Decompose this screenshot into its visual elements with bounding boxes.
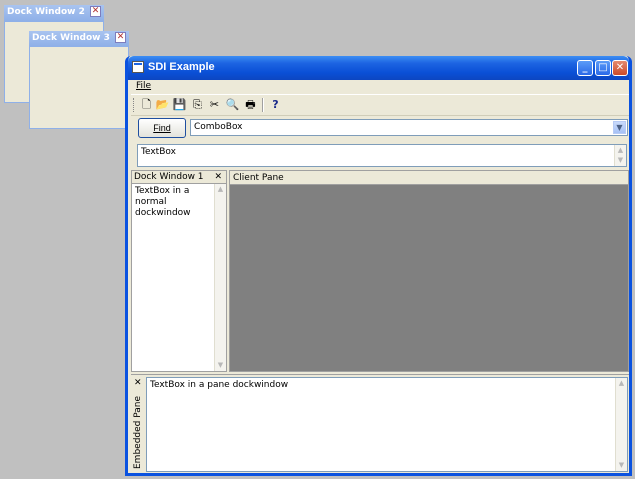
toolbar-separator (262, 98, 264, 112)
dock-window-2-titlebar[interactable]: Dock Window 2 ✕ (4, 5, 104, 21)
client-pane-body[interactable] (230, 185, 628, 371)
menu-bar: File (131, 80, 629, 94)
client-pane-header: Client Pane (230, 171, 628, 185)
copy-icon[interactable]: ⎘ (190, 97, 205, 112)
dock-window-1: Dock Window 1 ✕ TextBox in a normal dock… (131, 170, 227, 372)
dock-window-3-title: Dock Window 3 (32, 33, 110, 43)
client-pane: Client Pane (229, 170, 629, 372)
client-pane-title: Client Pane (233, 173, 284, 183)
new-file-icon[interactable]: 🗋 (139, 97, 154, 112)
app-icon (132, 61, 144, 73)
close-icon[interactable]: ✕ (115, 32, 126, 43)
window-title: SDI Example (148, 61, 215, 73)
embedded-pane-text: TextBox in a pane dockwindow (150, 380, 289, 390)
scroll-up-icon[interactable]: ▲ (215, 184, 226, 195)
open-folder-icon[interactable]: 📂 (155, 97, 170, 112)
scroll-down-icon[interactable]: ▼ (616, 460, 627, 471)
chevron-down-icon[interactable]: ▼ (613, 121, 626, 134)
dock-window-3[interactable]: Dock Window 3 ✕ (29, 31, 129, 129)
textbox-top-value: TextBox (141, 147, 176, 157)
embedded-pane-label: Embedded Pane (133, 395, 143, 469)
minimize-button[interactable]: _ (577, 60, 593, 76)
close-icon[interactable]: ✕ (134, 378, 142, 388)
scroll-up-icon[interactable]: ▲ (616, 378, 627, 389)
print-icon[interactable]: 🖶 (243, 97, 258, 112)
embedded-pane: ✕ Embedded Pane TextBox in a pane dockwi… (131, 374, 629, 473)
toolbar-grip[interactable] (133, 98, 136, 112)
scrollbar[interactable]: ▲ ▼ (614, 145, 626, 166)
dock-window-2-title: Dock Window 2 (7, 7, 85, 17)
save-icon[interactable]: 💾 (172, 97, 187, 112)
textbox-top[interactable]: TextBox ▲ ▼ (137, 144, 627, 167)
scroll-down-icon[interactable]: ▼ (215, 360, 226, 371)
dock-window-1-text: TextBox in a normal dockwindow (135, 186, 191, 218)
main-window: SDI Example _ □ ✕ File 🗋 📂 💾 ⎘ ✂ 🔍 🖶 ? F… (125, 56, 632, 476)
maximize-button[interactable]: □ (595, 60, 611, 76)
dock-window-1-textbox[interactable]: TextBox in a normal dockwindow ▲ ▼ (132, 184, 226, 371)
close-icon[interactable]: ✕ (214, 171, 222, 183)
main-titlebar[interactable]: SDI Example _ □ ✕ (128, 56, 629, 80)
dock-window-1-header[interactable]: Dock Window 1 ✕ (132, 171, 226, 184)
cut-icon[interactable]: ✂ (207, 97, 222, 112)
close-button[interactable]: ✕ (612, 60, 628, 76)
scrollbar[interactable]: ▲ ▼ (214, 184, 226, 371)
scroll-down-icon[interactable]: ▼ (615, 155, 626, 166)
menu-file[interactable]: File (136, 81, 151, 91)
combobox[interactable]: ComboBox ▼ (190, 119, 628, 136)
embedded-pane-textbox[interactable]: TextBox in a pane dockwindow ▲ ▼ (146, 377, 628, 472)
dock-window-1-title: Dock Window 1 (134, 172, 204, 182)
dock-window-3-body (29, 46, 129, 129)
find-button-label: Find (153, 123, 171, 133)
combobox-value: ComboBox (194, 122, 243, 132)
print-preview-icon[interactable]: 🔍 (225, 97, 240, 112)
find-bar: Find ComboBox ▼ (131, 116, 629, 140)
dock-window-3-titlebar[interactable]: Dock Window 3 ✕ (29, 31, 129, 46)
help-icon[interactable]: ? (268, 97, 283, 112)
close-icon[interactable]: ✕ (90, 6, 101, 17)
find-button[interactable]: Find (138, 118, 186, 138)
toolbar: 🗋 📂 💾 ⎘ ✂ 🔍 🖶 ? (131, 94, 629, 116)
scrollbar[interactable]: ▲ ▼ (615, 378, 627, 471)
